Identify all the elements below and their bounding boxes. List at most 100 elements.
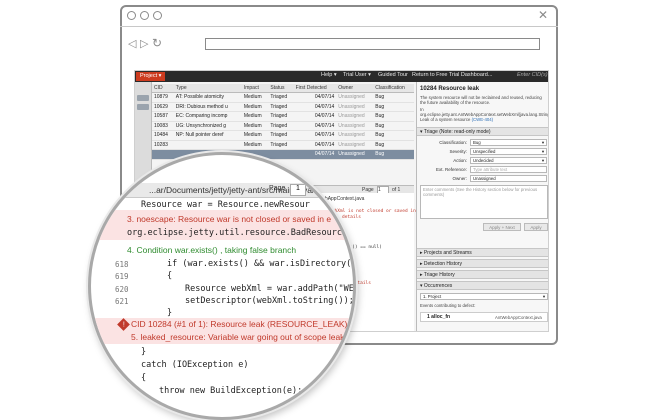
table-row[interactable]: 10587 EC: Comparing incomp Medium Triaged 04… xyxy=(152,111,414,122)
defect-title: 10284 Resource leak xyxy=(420,86,480,92)
col-owner[interactable]: Owner xyxy=(336,84,374,93)
event-annotation[interactable]: 5. leaked_resource: Variable war going o… xyxy=(131,332,344,342)
table-row[interactable]: 10879 AT: Possible atomicity Medium Triaged… xyxy=(152,92,414,103)
code-line: Resource webXml = war.addPath("WEB xyxy=(185,284,356,294)
view-icon[interactable] xyxy=(137,104,149,110)
project-menu-button[interactable]: Project ▾ xyxy=(136,72,166,81)
defect-location: In org.eclipse.jetty.ant.AntWebAppContex… xyxy=(420,107,548,122)
mag-pager-input[interactable]: 1 xyxy=(290,184,306,196)
cell-date: 04/07/14 xyxy=(293,121,337,131)
classification-select[interactable]: Bug ▾ xyxy=(470,139,547,146)
cid-search-input[interactable]: Enter CID(s) xyxy=(517,72,548,78)
cell-type xyxy=(173,140,242,150)
table-row[interactable]: 10083 UG: Unsynchronized g Medium Triaged 04… xyxy=(152,121,414,131)
field-label: Owner: xyxy=(452,176,467,181)
comment-textarea[interactable]: Enter comments (See the History section … xyxy=(420,185,548,219)
browser-titlebar xyxy=(120,5,558,27)
chevron-down-icon: ▾ xyxy=(541,140,544,145)
code-line: org.eclipse.jetty.util.resource.BadResou… xyxy=(127,228,356,238)
col-classification[interactable]: Classification xyxy=(373,84,414,93)
cell-type: AT: Possible atomicity xyxy=(173,92,242,103)
cell-impact: Medium xyxy=(241,121,269,131)
field-value: Undecided xyxy=(473,158,494,163)
section-detection-history[interactable]: ▸ Detection History xyxy=(417,259,548,268)
menu-dashboard[interactable]: Return to Free Trial Dashboard... xyxy=(412,72,492,78)
section-triage-history[interactable]: ▸ Triage History xyxy=(417,270,548,279)
close-icon[interactable]: ✕ xyxy=(538,9,548,21)
cell-date: 04/07/14 xyxy=(293,92,337,103)
back-icon[interactable]: ◁ xyxy=(128,39,136,50)
defect-event-title[interactable]: CID 10284 (#1 of 1): Resource leak (RESO… xyxy=(131,319,347,329)
events-label: Events contributing to defect: xyxy=(420,303,476,308)
triage-section-header[interactable]: ▾ Triage (Note: read-only mode) xyxy=(417,127,548,136)
table-row[interactable]: 10484 NP: Null pointer deref Medium Triaged… xyxy=(152,130,414,141)
cell-classification: Bug xyxy=(373,121,414,131)
window-button-maximize[interactable] xyxy=(153,11,162,20)
action-select[interactable]: Undecided ▾ xyxy=(470,157,547,164)
mag-path-bar: ...ar/Documents/jetty/jetty-ant/src/main… xyxy=(91,183,353,198)
cell-cid: 10484 xyxy=(152,130,174,141)
chevron-down-icon: ▾ xyxy=(542,294,545,299)
cell-type: UG: Unsynchronized g xyxy=(173,121,242,131)
event-annotation[interactable]: 4. Condition war.exists() , taking false… xyxy=(127,245,296,255)
code-line: throw new BuildException(e); xyxy=(159,386,303,396)
field-value: Bug xyxy=(473,140,481,145)
event-name: 1 alloc_fn xyxy=(427,314,451,320)
view-icon[interactable] xyxy=(137,95,149,101)
field-value: Unspecified xyxy=(473,149,496,154)
table-header: CID Type Impact Status First Detected Ow… xyxy=(152,84,414,93)
window-button-close[interactable] xyxy=(127,11,136,20)
section-projects-streams[interactable]: ▸ Projects and Streams xyxy=(417,248,548,257)
code-line: catch (IOException e) xyxy=(141,360,249,370)
menu-trial-user[interactable]: Trial User ▾ xyxy=(343,72,371,78)
window-button-minimize[interactable] xyxy=(140,11,149,20)
section-label: Detection History xyxy=(423,261,462,267)
event-row[interactable]: 1 alloc_fn AntWebAppContext.java xyxy=(420,312,548,322)
cwe-link[interactable]: (CWE-404) xyxy=(472,117,494,122)
col-impact[interactable]: Impact xyxy=(241,84,269,93)
severity-select[interactable]: Unspecified ▾ xyxy=(470,148,547,155)
code-line: { xyxy=(141,373,147,383)
apply-button[interactable]: Apply xyxy=(524,223,548,231)
chevron-down-icon: ▾ xyxy=(541,149,544,154)
owner-input[interactable]: Unassigned xyxy=(470,175,547,182)
section-label: Occurrences xyxy=(423,283,453,289)
forward-icon[interactable]: ▷ xyxy=(140,39,148,50)
table-row[interactable]: 10629 DRI: Dubious method u Medium Triaged 0… xyxy=(152,102,414,112)
ext-reference-input[interactable]: Type attribute text xyxy=(470,166,547,173)
address-bar[interactable] xyxy=(205,38,540,50)
defect-description: The system resource will not be reclaime… xyxy=(420,95,542,105)
cell-owner: Unassigned xyxy=(336,102,374,112)
cell-cid: 10879 xyxy=(152,92,174,103)
cell-status: Triaged xyxy=(268,121,294,131)
col-status[interactable]: Status xyxy=(268,84,294,93)
section-occurrences[interactable]: ▾ Occurrences xyxy=(417,281,548,290)
reload-icon[interactable]: ↻ xyxy=(152,37,162,49)
cell-owner: Unassigned xyxy=(336,149,374,160)
apply-next-button[interactable]: Apply + Next xyxy=(483,223,521,231)
cell-status: Triaged xyxy=(268,111,294,122)
code-line: { xyxy=(167,271,173,281)
cell-cid: 10587 xyxy=(152,111,174,122)
cell-impact: Medium xyxy=(241,130,269,141)
cell-classification: Bug xyxy=(373,92,414,103)
code-line: Resource war = Resource.newResour xyxy=(141,200,310,210)
event-annotation[interactable]: 3. noescape: Resource war is not closed … xyxy=(127,214,331,224)
line-number: 618 xyxy=(115,260,129,269)
col-type[interactable]: Type xyxy=(173,84,242,93)
col-cid[interactable]: CID xyxy=(152,84,174,93)
menu-guided-tour[interactable]: Guided Tour xyxy=(378,72,408,78)
cell-cid: 10629 xyxy=(152,102,174,112)
triage-header-text: Triage (Note: read-only mode) xyxy=(423,129,491,135)
defect-details-panel: 10284 Resource leak The system resource … xyxy=(416,82,548,331)
menu-help[interactable]: Help ▾ xyxy=(321,72,337,78)
col-first-detected[interactable]: First Detected xyxy=(293,84,337,93)
app-topbar: Project ▾ Help ▾ Trial User ▾ Guided Tou… xyxy=(135,71,548,82)
issues-table: CID Type Impact Status First Detected Ow… xyxy=(152,84,414,160)
code-line: } xyxy=(141,399,147,409)
cell-classification: Bug xyxy=(373,102,414,112)
occurrence-select[interactable]: 1. Project ▾ xyxy=(420,293,548,300)
table-row[interactable]: 10283 Medium Triaged 04/07/14 Unassigned Bug xyxy=(152,140,414,150)
cell-date: 04/07/14 xyxy=(293,111,337,122)
field-label: Severity: xyxy=(449,149,467,154)
